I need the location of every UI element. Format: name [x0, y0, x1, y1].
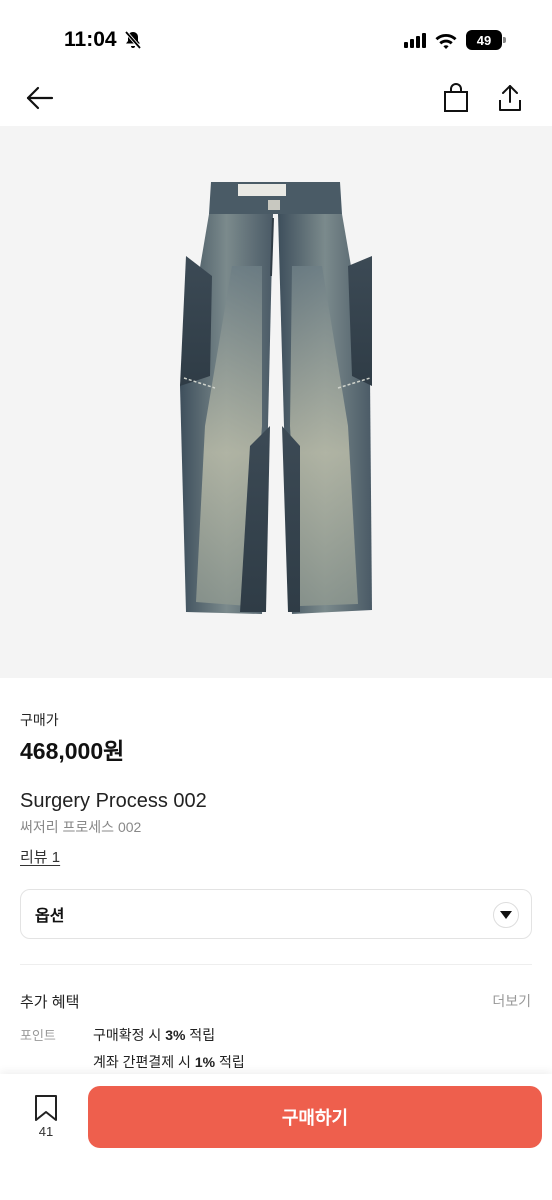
back-arrow-icon	[26, 86, 54, 110]
wifi-icon	[435, 34, 457, 49]
point-line2-rate: 1%	[194, 1054, 216, 1070]
point-line2-prefix: 계좌 간편결제 시	[93, 1054, 195, 1070]
point-line1-rate: 3%	[165, 1027, 186, 1043]
section-divider	[20, 964, 532, 965]
review-link[interactable]: 리뷰 1	[20, 846, 60, 867]
point-label: 포인트	[20, 1028, 56, 1043]
point-line2-suffix: 적립	[215, 1054, 245, 1070]
battery-level: 49	[476, 32, 492, 48]
option-selector[interactable]: 옵션	[20, 889, 532, 939]
bookmark-icon	[35, 1095, 57, 1121]
option-label: 옵션	[35, 908, 65, 925]
share-icon	[499, 85, 521, 111]
shopping-bag-icon	[444, 83, 468, 112]
buy-button[interactable]: 구매하기	[88, 1086, 542, 1148]
bookmark-button[interactable]: 41	[30, 1094, 62, 1139]
product-image[interactable]	[0, 126, 552, 678]
bookmark-count: 41	[38, 1124, 54, 1139]
point-benefit-account-pay: 계좌 간편결제 시 1% 적립	[93, 1052, 245, 1072]
benefits-title: 추가 혜택	[20, 994, 80, 1011]
status-time: 11:04	[64, 28, 143, 52]
battery-cap	[503, 37, 506, 43]
status-bar: 11:04 49	[0, 0, 552, 70]
product-title: Surgery Process 002	[20, 790, 207, 812]
bell-off-icon	[124, 30, 141, 50]
point-benefit-purchase: 구매확정 시 3% 적립	[93, 1025, 215, 1045]
share-button[interactable]	[494, 82, 526, 114]
jeans-photo	[180, 182, 372, 614]
battery-icon: 49	[466, 30, 506, 50]
jeans-button	[268, 200, 280, 210]
nav-bar	[0, 70, 552, 126]
signal-icon	[404, 32, 426, 48]
back-button[interactable]	[24, 82, 56, 114]
point-line1-suffix: 적립	[185, 1027, 216, 1043]
point-line1-prefix: 구매확정 시	[93, 1027, 166, 1043]
chevron-down-icon	[493, 902, 519, 928]
more-benefits-link[interactable]: 더보기	[492, 991, 531, 1011]
price: 468,000원	[20, 738, 125, 764]
price-label: 구매가	[20, 712, 59, 728]
status-indicators: 49	[404, 30, 506, 50]
status-time-text: 11:04	[64, 28, 117, 51]
cart-button[interactable]	[440, 82, 472, 114]
product-subtitle: 써저리 프로세스 002	[20, 819, 142, 835]
